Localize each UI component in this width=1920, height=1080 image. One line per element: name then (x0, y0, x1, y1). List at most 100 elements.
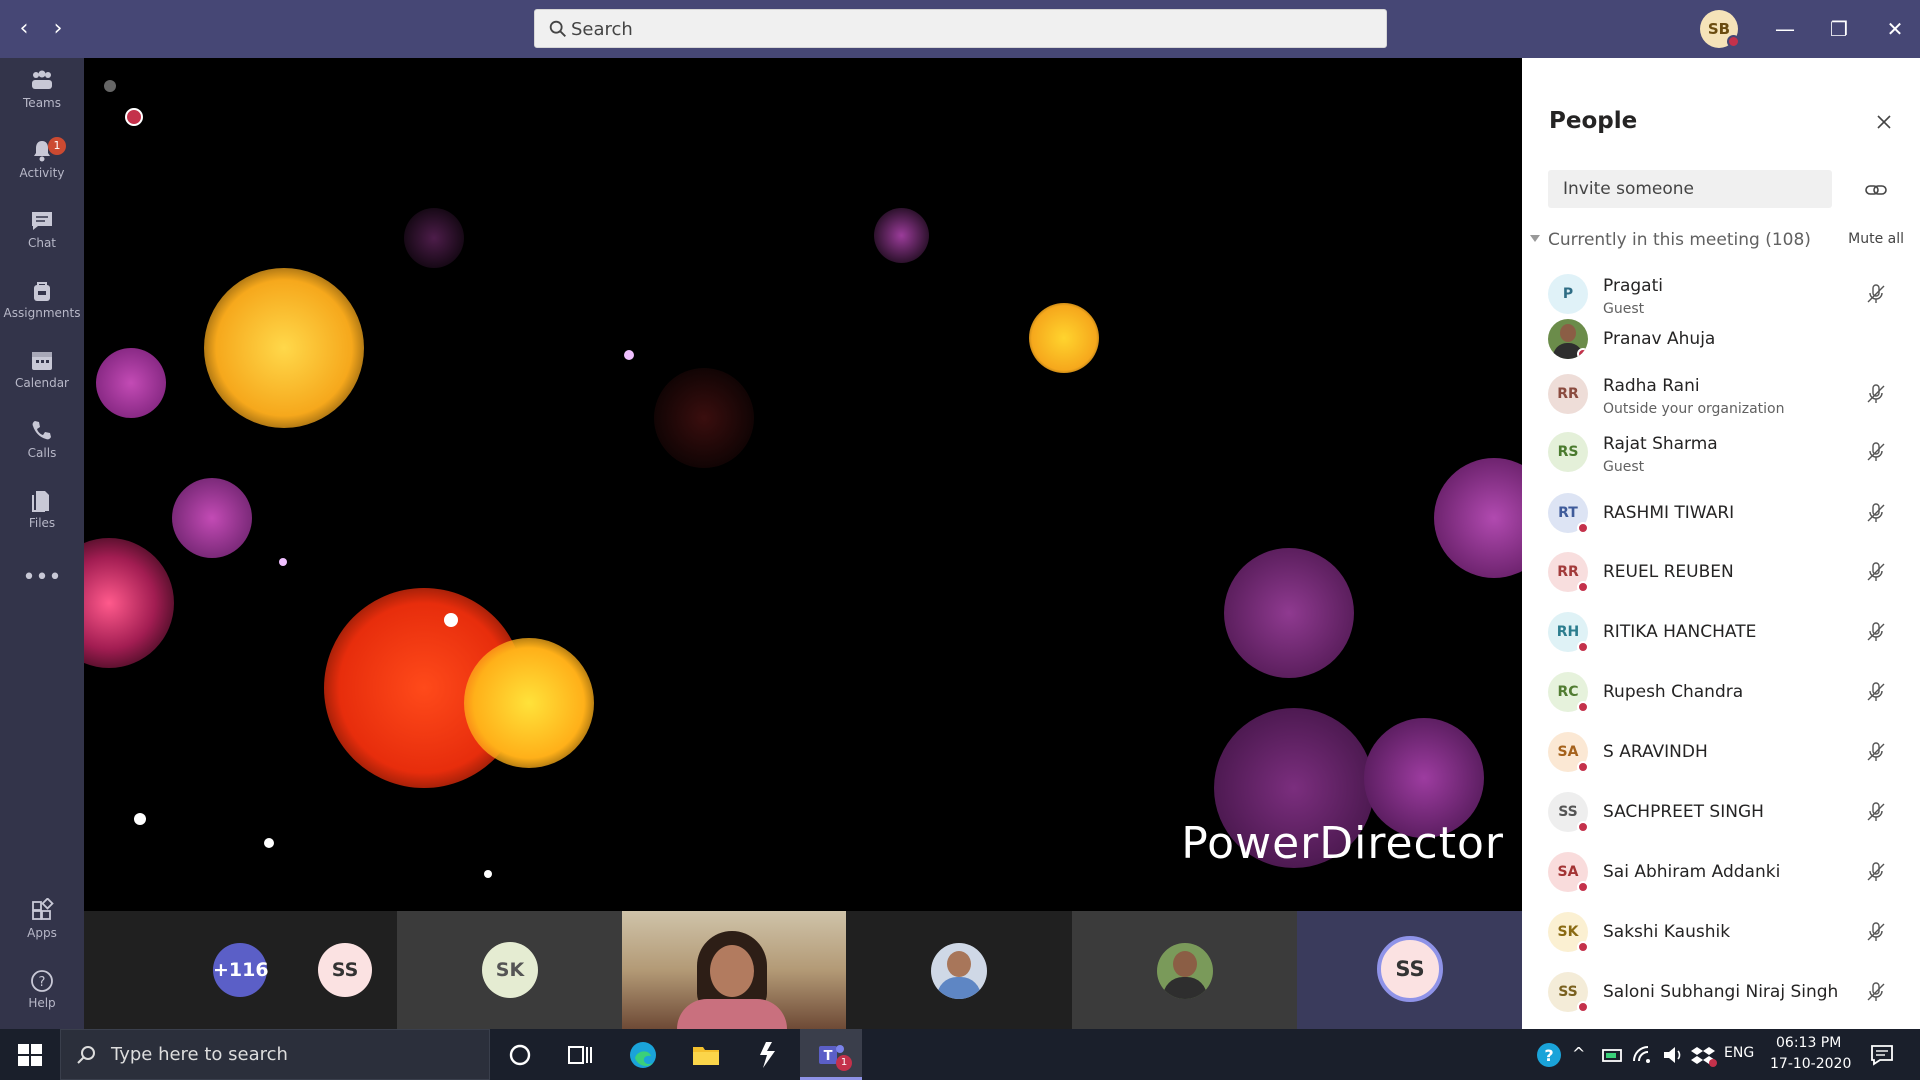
edge-browser-icon[interactable] (627, 1039, 659, 1071)
participant-tile-active-speaker[interactable]: SS (1297, 911, 1522, 1029)
rail-item-more[interactable]: ••• (0, 565, 84, 632)
mic-off-icon[interactable] (1864, 382, 1888, 406)
participant-name: Rupesh Chandra (1603, 682, 1744, 702)
rail-item-apps[interactable]: Apps (0, 888, 84, 952)
file-explorer-icon[interactable] (690, 1039, 722, 1071)
meeting-section-header[interactable]: Currently in this meeting (108) Mute all (1530, 228, 1912, 254)
minimize-button[interactable]: — (1770, 14, 1800, 44)
mute-all-button[interactable]: Mute all (1848, 231, 1904, 247)
mic-off-icon[interactable] (1864, 920, 1888, 944)
participant-row[interactable]: RT RASHMI TIWARI (1522, 483, 1920, 543)
volume-icon[interactable] (1658, 1039, 1690, 1071)
overflow-tile[interactable]: +116 SS (84, 911, 397, 1029)
forward-icon[interactable]: › (46, 17, 70, 41)
mic-off-icon[interactable] (1864, 860, 1888, 884)
busy-status-icon (1577, 348, 1588, 359)
participant-row[interactable]: RR REUEL REUBEN (1522, 542, 1920, 602)
participant-avatar: SA (1548, 852, 1589, 893)
participant-initials: RT (1558, 505, 1578, 521)
participant-row[interactable]: SK Sakshi Kaushik (1522, 902, 1920, 962)
help-tray-icon[interactable]: ? (1533, 1039, 1565, 1071)
bokeh-light (84, 538, 174, 668)
participant-tile[interactable] (846, 911, 1072, 1029)
mic-off-icon[interactable] (1864, 680, 1888, 704)
cortana-icon[interactable] (504, 1039, 536, 1071)
participant-avatar: SS (1377, 936, 1443, 1002)
participant-name: Pranav Ahuja (1603, 329, 1716, 349)
rail-item-help[interactable]: ? Help (0, 958, 84, 1022)
search-icon (549, 20, 566, 37)
chevron-up-icon[interactable]: ^ (1572, 1044, 1585, 1063)
section-label: Currently in this meeting (108) (1548, 230, 1811, 250)
participant-tile[interactable] (1072, 911, 1297, 1029)
participant-row[interactable]: SS SACHPREET SINGH (1522, 782, 1920, 842)
participant-avatar: SK (482, 942, 538, 998)
participant-name: Pragati (1603, 276, 1663, 296)
mic-off-icon[interactable] (1864, 282, 1888, 306)
participant-row[interactable]: SA S ARAVINDH (1522, 722, 1920, 782)
participant-video-tile[interactable] (622, 911, 846, 1029)
language-indicator[interactable]: ENG (1724, 1045, 1754, 1061)
svg-text:?: ? (1544, 1046, 1553, 1065)
participant-initials: SS (1558, 804, 1578, 820)
windows-start-icon[interactable] (14, 1039, 46, 1071)
collapse-caret-icon[interactable] (1530, 235, 1540, 242)
rail-item-calendar[interactable]: Calendar (0, 338, 84, 402)
dropbox-icon[interactable] (1688, 1039, 1720, 1071)
mic-off-icon[interactable] (1864, 980, 1888, 1004)
mic-off-icon[interactable] (1864, 560, 1888, 584)
rail-item-activity[interactable]: 1 Activity (0, 128, 84, 192)
more-icon: ••• (22, 565, 62, 590)
rail-item-teams[interactable]: Teams (0, 58, 84, 122)
mic-off-icon[interactable] (1864, 440, 1888, 464)
invite-input[interactable]: Invite someone (1548, 170, 1832, 208)
wifi-icon[interactable] (1628, 1039, 1660, 1071)
app-icon[interactable] (752, 1039, 784, 1071)
participant-subtitle: Guest (1603, 459, 1645, 475)
link-icon[interactable] (1864, 178, 1888, 202)
search-input[interactable]: Search (534, 9, 1387, 48)
task-view-icon[interactable] (564, 1039, 596, 1071)
sparkle (264, 838, 274, 848)
maximize-button[interactable]: ❐ (1824, 14, 1854, 44)
participant-avatar: SS (1548, 792, 1589, 833)
participant-avatar: P (1548, 274, 1588, 314)
close-icon[interactable] (1872, 110, 1896, 134)
mic-off-icon[interactable] (1864, 740, 1888, 764)
apps-icon (32, 898, 54, 920)
rail-item-assignments[interactable]: Assignments (0, 268, 84, 332)
search-icon (77, 1046, 95, 1064)
participant-row[interactable]: RS Rajat Sharma Guest (1522, 422, 1920, 482)
rail-item-chat[interactable]: Chat (0, 198, 84, 262)
close-window-button[interactable]: ✕ (1880, 14, 1910, 44)
rail-item-files[interactable]: Files (0, 478, 84, 542)
participant-row[interactable]: RH RITIKA HANCHATE (1522, 602, 1920, 662)
participant-row[interactable]: RR Radha Rani Outside your organization (1522, 364, 1920, 424)
rail-label: Calls (27, 446, 57, 460)
notifications-icon[interactable] (1866, 1039, 1898, 1071)
participant-initials: SA (1557, 864, 1579, 880)
sparkle (624, 350, 634, 360)
profile-avatar[interactable]: SB (1700, 10, 1740, 48)
battery-icon[interactable] (1597, 1039, 1629, 1071)
participant-initials: RC (1557, 684, 1579, 700)
participant-tile[interactable]: SK (397, 911, 622, 1029)
clock-time[interactable]: 06:13 PM (1776, 1035, 1841, 1051)
participant-row[interactable]: SA Sai Abhiram Addanki (1522, 842, 1920, 902)
participant-row[interactable]: Pranav Ahuja (1522, 309, 1920, 369)
participant-photo-avatar (1157, 943, 1213, 999)
mic-off-icon[interactable] (1864, 501, 1888, 525)
participant-name: RITIKA HANCHATE (1603, 622, 1757, 642)
participant-row[interactable]: RC Rupesh Chandra (1522, 662, 1920, 722)
mic-off-icon[interactable] (1864, 800, 1888, 824)
back-icon[interactable]: ‹ (12, 17, 36, 41)
bokeh-light (874, 208, 929, 263)
teams-taskbar-button[interactable]: T 1 (800, 1029, 862, 1080)
taskbar-search-input[interactable]: Type here to search (60, 1029, 490, 1080)
rail-item-calls[interactable]: Calls (0, 408, 84, 472)
clock-date[interactable]: 17-10-2020 (1770, 1056, 1851, 1072)
video-watermark: PowerDirector (1181, 818, 1504, 869)
overflow-count[interactable]: +116 (213, 943, 269, 997)
participant-row[interactable]: SS Saloni Subhangi Niraj Singh (1522, 962, 1920, 1022)
mic-off-icon[interactable] (1864, 620, 1888, 644)
